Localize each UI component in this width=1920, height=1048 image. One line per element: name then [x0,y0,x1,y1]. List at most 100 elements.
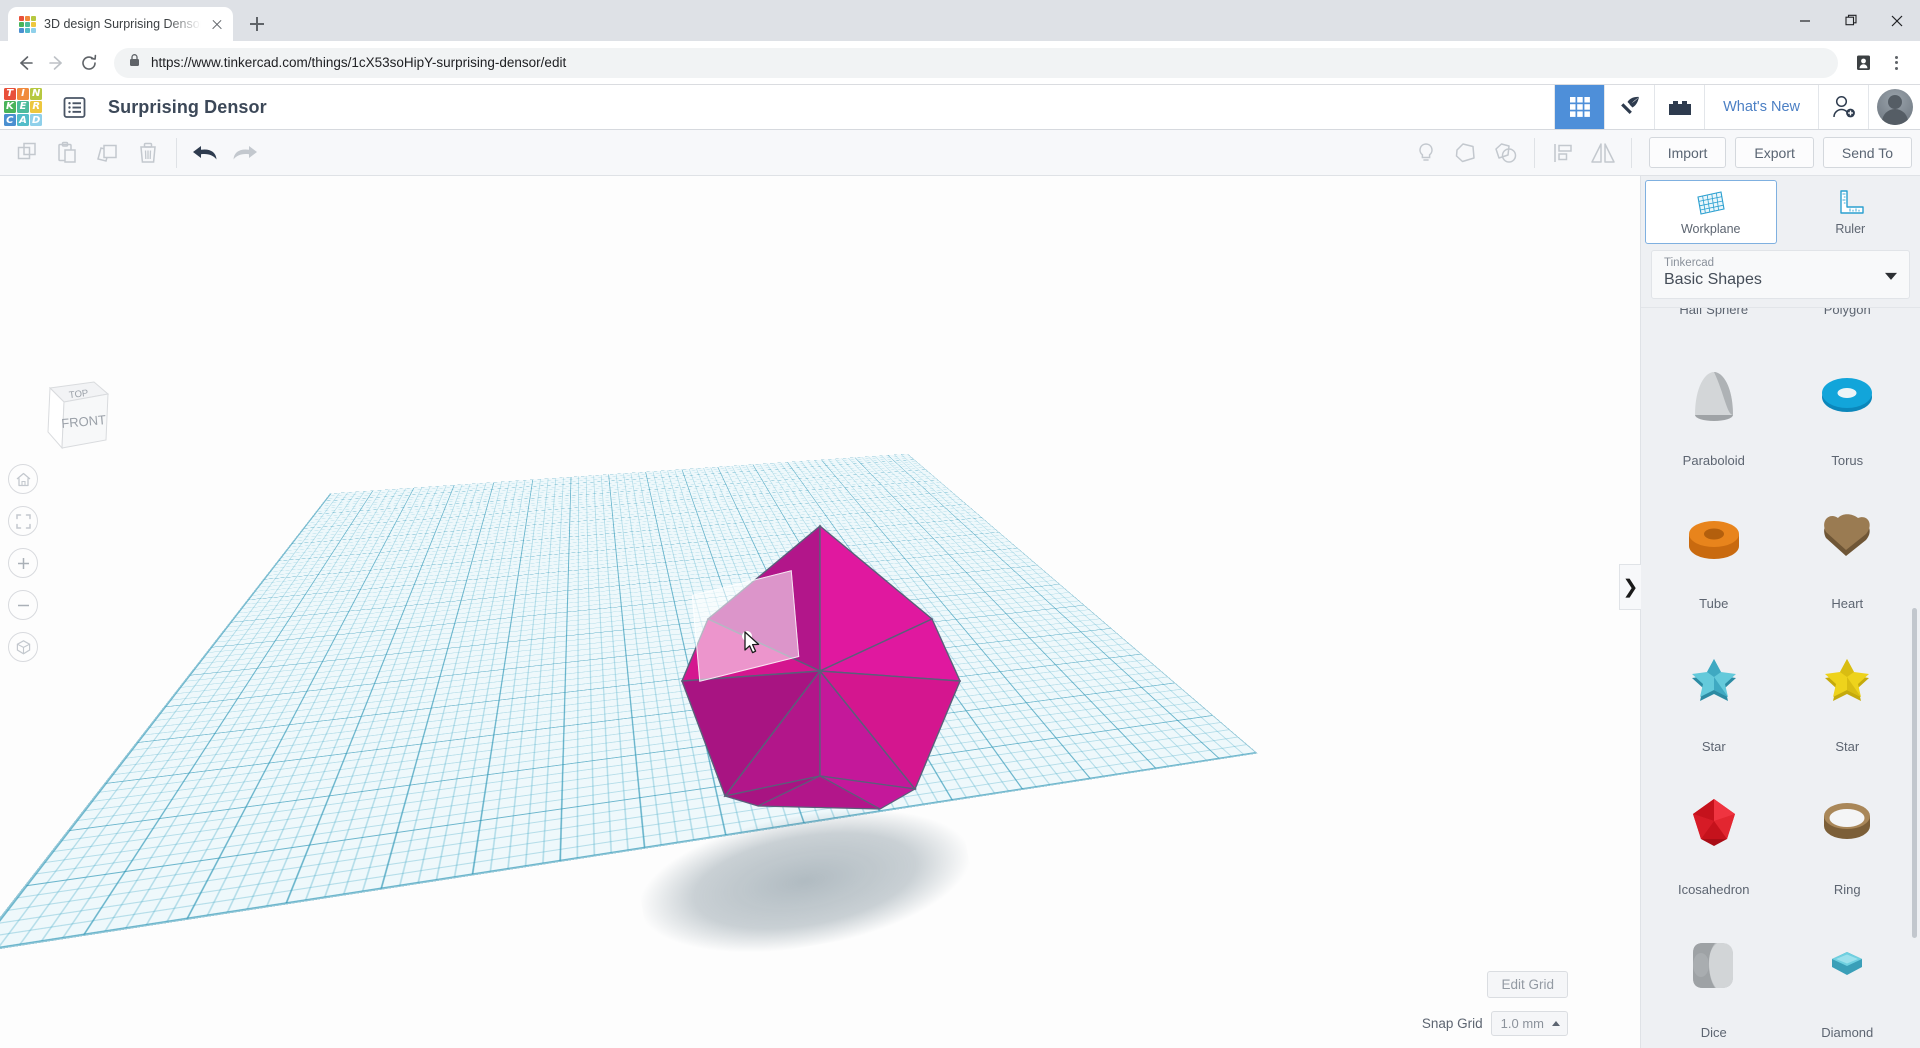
shape-icon[interactable] [1446,136,1486,170]
browser-chrome: 3D design Surprising Densor | Tin [0,0,1920,85]
3d-viewport[interactable]: Workplane TOP FRONT [0,176,1920,1048]
send-to-button[interactable]: Send To [1823,137,1912,168]
diamond-icon [1781,908,1915,1023]
lock-icon [128,53,141,72]
toolbar-divider-2 [1534,138,1535,168]
shape-library-dropdown[interactable]: Tinkercad Basic Shapes [1651,250,1910,299]
edit-toolbar: Import Export Send To [0,130,1920,176]
shape-dice-label: Dice [1701,1025,1727,1040]
shape-diamond-label: Diamond [1821,1025,1873,1040]
shape-star-yellow[interactable]: Star [1781,622,1915,765]
shape-paraboloid-label: Paraboloid [1683,453,1745,468]
shape-torus-label: Torus [1831,453,1863,468]
logo-tile-k: K [4,101,16,113]
shape-polygon-label: Polygon [1824,308,1871,317]
reload-icon[interactable] [74,48,104,78]
panel-collapse-button[interactable]: ❯ [1619,564,1641,610]
library-name: Basic Shapes [1664,271,1897,289]
shape-dice[interactable]: Dice [1647,908,1781,1048]
view-cube[interactable]: TOP FRONT [28,374,112,458]
shapes-list[interactable]: Half Sphere Polygon Paraboloid Torus Tub… [1641,307,1920,1048]
ruler-icon [1833,188,1867,218]
maximize-button[interactable] [1828,0,1874,41]
panel-scrollbar[interactable] [1912,608,1917,938]
profile-card-icon[interactable] [1848,48,1878,78]
shape-torus[interactable]: Torus [1781,336,1915,479]
grid-controls: Edit Grid Snap Grid 1.0 mm [1422,971,1568,1036]
workspace: Workplane TOP FRONT [0,176,1920,1048]
paste-icon[interactable] [48,136,88,170]
shape-paraboloid[interactable]: Paraboloid [1647,336,1781,479]
tab-workplane[interactable]: Workplane [1645,180,1777,244]
star-teal-icon [1647,622,1781,737]
close-window-button[interactable] [1874,0,1920,41]
forward-icon[interactable] [42,48,72,78]
shape-tube[interactable]: Tube [1647,479,1781,622]
tinkercad-logo[interactable]: T I N K E R C A D [0,85,46,129]
minimize-button[interactable] [1782,0,1828,41]
list-menu-icon[interactable] [56,85,92,129]
pickaxe-icon[interactable] [1604,85,1654,129]
address-bar[interactable]: https://www.tinkercad.com/things/1cX53so… [114,48,1838,78]
undo-icon[interactable] [185,136,225,170]
snap-grid-select[interactable]: 1.0 mm [1491,1011,1568,1036]
grid-view-icon[interactable] [1554,85,1604,129]
library-owner: Tinkercad [1664,257,1897,269]
back-icon[interactable] [10,48,40,78]
shape-diamond[interactable]: Diamond [1781,908,1915,1048]
star-yellow-icon [1781,622,1915,737]
chevron-down-icon [1885,272,1897,279]
shape-star-teal[interactable]: Star [1647,622,1781,765]
perspective-toggle-icon[interactable] [8,632,38,662]
blocks-icon[interactable] [1654,85,1704,129]
shape-half-sphere[interactable]: Half Sphere [1647,308,1781,336]
shape-ring[interactable]: Ring [1781,765,1915,908]
shape-icosahedron-label: Icosahedron [1678,882,1750,897]
shape-tube-label: Tube [1699,596,1728,611]
delete-icon[interactable] [128,136,168,170]
shapes-panel: ❯ Workplane Ruler Tinkercad Basic Shapes… [1640,176,1920,1048]
logo-tile-c: C [4,114,16,126]
browser-tabstrip: 3D design Surprising Densor | Tin [0,0,1920,41]
lightbulb-icon[interactable] [1406,136,1446,170]
whats-new-link[interactable]: What's New [1704,85,1818,129]
viewport-nav-buttons [8,464,38,674]
browser-tab[interactable]: 3D design Surprising Densor | Tin [8,7,233,41]
redo-icon[interactable] [225,136,265,170]
duplicate-icon[interactable] [88,136,128,170]
zoom-in-icon[interactable] [8,548,38,578]
shape-half-sphere-label: Half Sphere [1679,308,1748,317]
copy-icon[interactable] [8,136,48,170]
edit-grid-button[interactable]: Edit Grid [1487,971,1568,998]
mirror-icon[interactable] [1583,136,1623,170]
new-tab-button[interactable] [243,10,271,38]
align-icon[interactable] [1543,136,1583,170]
import-button[interactable]: Import [1649,137,1727,168]
dice-icon [1647,908,1781,1023]
workplane-grid[interactable] [0,454,1256,952]
group-icon[interactable] [1486,136,1526,170]
panel-mode-tabs: Workplane Ruler [1641,176,1920,248]
torus-icon [1781,336,1915,451]
avatar[interactable] [1868,85,1920,129]
shape-heart[interactable]: Heart [1781,479,1915,622]
zoom-out-icon[interactable] [8,590,38,620]
fit-to-view-icon[interactable] [8,506,38,536]
tab-ruler[interactable]: Ruler [1785,180,1917,244]
logo-tile-r: R [30,101,42,113]
export-button[interactable]: Export [1735,137,1813,168]
tab-workplane-label: Workplane [1681,222,1741,236]
omnibar-actions [1848,48,1910,78]
close-icon[interactable] [209,16,225,32]
shapes-grid-clipped: Half Sphere Polygon [1641,308,1920,336]
shape-polygon[interactable]: Polygon [1781,308,1915,336]
browser-menu-icon[interactable] [1882,49,1910,77]
home-view-icon[interactable] [8,464,38,494]
icosahedron-object[interactable] [640,521,1000,851]
snap-grid-row: Snap Grid 1.0 mm [1422,1011,1568,1036]
add-user-icon[interactable] [1818,85,1868,129]
icosahedron-icon [1647,765,1781,880]
browser-omnibar: https://www.tinkercad.com/things/1cX53so… [0,41,1920,85]
address-bar-url: https://www.tinkercad.com/things/1cX53so… [151,55,566,70]
shape-icosahedron[interactable]: Icosahedron [1647,765,1781,908]
